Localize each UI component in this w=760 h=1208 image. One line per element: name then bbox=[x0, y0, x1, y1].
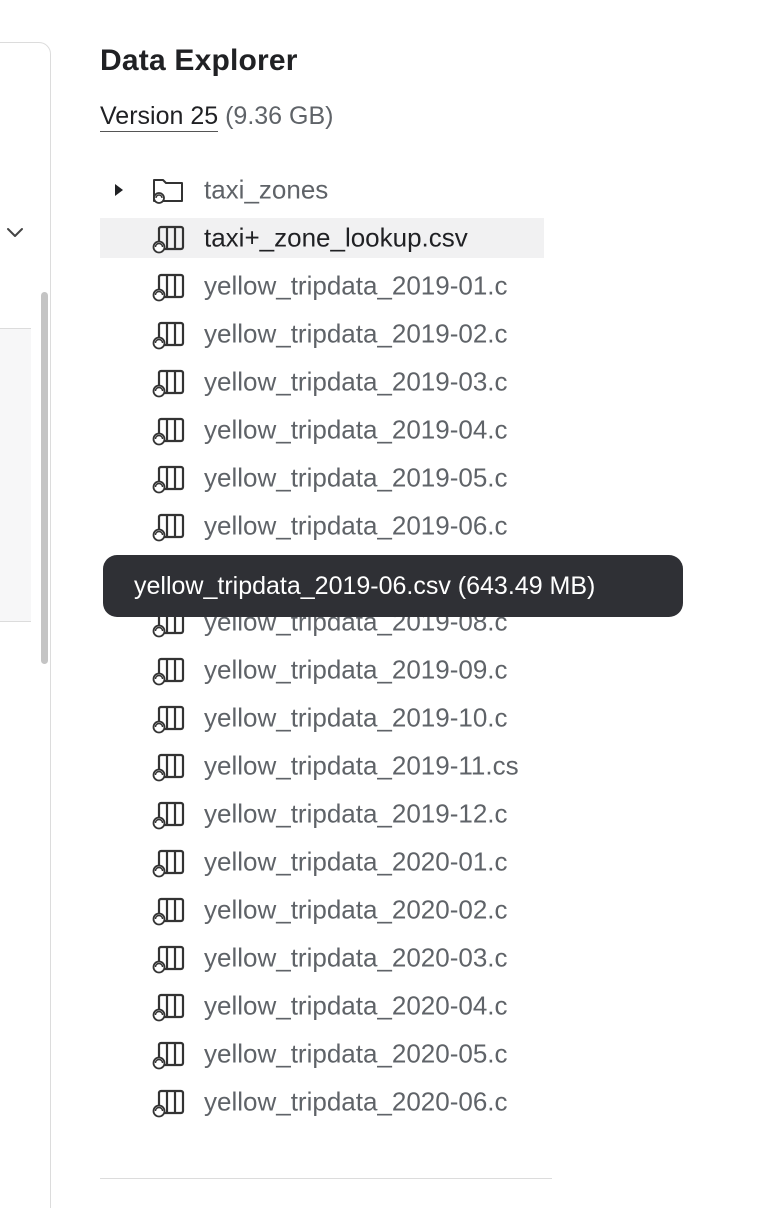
page-title: Data Explorer bbox=[100, 44, 298, 77]
tree-item-label: yellow_tripdata_2020-02.c bbox=[204, 894, 508, 925]
tree-item-label: yellow_tripdata_2020-06.c bbox=[204, 1086, 508, 1117]
tree-file-row[interactable]: yellow_tripdata_2020-02.c bbox=[100, 886, 544, 934]
tree-item-label: yellow_tripdata_2019-12.c bbox=[204, 798, 508, 829]
tree-file-row[interactable]: yellow_tripdata_2019-12.c bbox=[100, 790, 544, 838]
divider bbox=[0, 328, 31, 329]
scrollbar[interactable] bbox=[41, 292, 48, 664]
shared-table-icon bbox=[148, 941, 188, 975]
tree-item-label: yellow_tripdata_2020-03.c bbox=[204, 942, 508, 973]
tree-file-row[interactable]: yellow_tripdata_2019-10.c bbox=[100, 694, 544, 742]
divider bbox=[0, 621, 31, 622]
tree-file-row[interactable]: yellow_tripdata_2020-01.c bbox=[100, 838, 544, 886]
shared-folder-icon bbox=[148, 173, 188, 207]
tree-item-label: yellow_tripdata_2019-10.c bbox=[204, 702, 508, 733]
caret-right-icon[interactable] bbox=[114, 183, 124, 197]
shared-table-icon bbox=[148, 845, 188, 879]
shared-table-icon bbox=[148, 989, 188, 1023]
tree-item-label: yellow_tripdata_2019-03.c bbox=[204, 366, 508, 397]
shared-table-icon bbox=[148, 1085, 188, 1119]
tree-file-row[interactable]: yellow_tripdata_2019-04.c bbox=[100, 406, 544, 454]
left-panel-selected-area bbox=[0, 329, 31, 621]
tree-file-row[interactable]: yellow_tripdata_2020-04.c bbox=[100, 982, 544, 1030]
shared-table-icon bbox=[148, 365, 188, 399]
tree-file-row[interactable]: yellow_tripdata_2020-03.c bbox=[100, 934, 544, 982]
shared-table-icon bbox=[148, 221, 188, 255]
version-row: Version 25 (9.36 GB) bbox=[100, 102, 334, 132]
tree-item-label: yellow_tripdata_2019-04.c bbox=[204, 414, 508, 445]
tree-item-label: taxi_zones bbox=[204, 174, 329, 205]
shared-table-icon bbox=[148, 893, 188, 927]
tree-item-label: yellow_tripdata_2020-04.c bbox=[204, 990, 508, 1021]
tree-file-row[interactable]: yellow_tripdata_2019-01.c bbox=[100, 262, 544, 310]
tree-file-row[interactable]: yellow_tripdata_2019-05.c bbox=[100, 454, 544, 502]
version-size: (9.36 GB) bbox=[225, 102, 334, 130]
tree-item-label: yellow_tripdata_2019-09.c bbox=[204, 654, 508, 685]
shared-table-icon bbox=[148, 749, 188, 783]
tree-file-row[interactable]: yellow_tripdata_2019-03.c bbox=[100, 358, 544, 406]
shared-table-icon bbox=[148, 653, 188, 687]
tree-item-label: yellow_tripdata_2019-01.c bbox=[204, 270, 508, 301]
file-tree: taxi_zones taxi+_zone_lookup.csv yellow_tr… bbox=[100, 166, 544, 1126]
tree-item-label: taxi+_zone_lookup.csv bbox=[204, 222, 468, 253]
tree-file-row[interactable]: yellow_tripdata_2019-09.c bbox=[100, 646, 544, 694]
shared-table-icon bbox=[148, 701, 188, 735]
version-link[interactable]: Version 25 bbox=[100, 102, 219, 132]
tree-file-row[interactable]: yellow_tripdata_2020-06.c bbox=[100, 1078, 544, 1126]
tree-file-row[interactable]: yellow_tripdata_2019-02.c bbox=[100, 310, 544, 358]
shared-table-icon bbox=[148, 1037, 188, 1071]
tree-item-label: yellow_tripdata_2019-05.c bbox=[204, 462, 508, 493]
shared-table-icon bbox=[148, 317, 188, 351]
tree-file-row[interactable]: taxi+_zone_lookup.csv bbox=[100, 218, 544, 258]
shared-table-icon bbox=[148, 797, 188, 831]
chevron-down-icon[interactable] bbox=[4, 222, 26, 244]
shared-table-icon bbox=[148, 269, 188, 303]
tree-folder-row[interactable]: taxi_zones bbox=[100, 166, 544, 214]
tree-item-label: yellow_tripdata_2019-06.c bbox=[204, 510, 508, 541]
tree-item-label: yellow_tripdata_2019-02.c bbox=[204, 318, 508, 349]
tree-item-label: yellow_tripdata_2020-01.c bbox=[204, 846, 508, 877]
divider bbox=[100, 1178, 552, 1179]
shared-table-icon bbox=[148, 413, 188, 447]
tree-item-label: yellow_tripdata_2020-05.c bbox=[204, 1038, 508, 1069]
shared-table-icon bbox=[148, 461, 188, 495]
tooltip: yellow_tripdata_2019-06.csv (643.49 MB) bbox=[103, 555, 683, 617]
tree-file-row[interactable]: yellow_tripdata_2019-06.c bbox=[100, 502, 544, 550]
tree-item-label: yellow_tripdata_2019-11.cs bbox=[204, 750, 519, 781]
tree-file-row[interactable]: yellow_tripdata_2019-11.cs bbox=[100, 742, 544, 790]
shared-table-icon bbox=[148, 509, 188, 543]
tree-file-row[interactable]: yellow_tripdata_2020-05.c bbox=[100, 1030, 544, 1078]
